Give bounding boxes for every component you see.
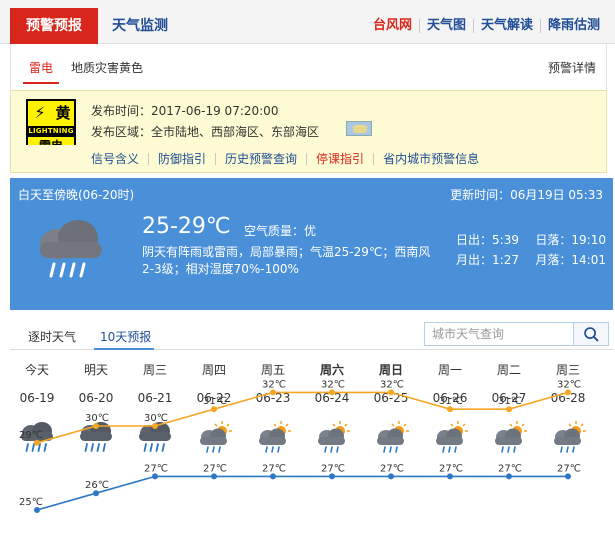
- low-temp-label: 27℃: [321, 463, 345, 474]
- high-temp-label: 31℃: [498, 396, 522, 407]
- low-temp-label: 27℃: [203, 463, 227, 474]
- low-temp-label: 27℃: [262, 463, 286, 474]
- low-temp-label: 27℃: [439, 463, 463, 474]
- low-temp-label: 27℃: [557, 463, 581, 474]
- tab-ten-day[interactable]: 10天预报: [100, 328, 151, 345]
- sun-moon-times: 日出：5:39 日落：19:10 月出：1:27 月落：14:01: [456, 230, 606, 270]
- warning-links-row: 信号含义 防御指引 历史预警查询 停课指引 省内城市预警信息: [10, 145, 607, 173]
- warning-level-text: 黄: [55, 104, 71, 122]
- low-temp-label: 26℃: [85, 480, 109, 491]
- low-temp-label: 27℃: [498, 463, 522, 474]
- high-temp-label: 30℃: [144, 413, 168, 424]
- moonset-label: 月落：: [535, 253, 572, 267]
- current-temperature: 25-29℃: [142, 214, 231, 239]
- sunset-time: 19:10: [571, 233, 606, 247]
- link-class-suspension[interactable]: 停课指引: [306, 152, 373, 165]
- top-nav: 预警预报 天气监测 台风网 天气图 天气解读 降雨估测: [0, 0, 615, 44]
- moonset-time: 14:01: [571, 253, 606, 267]
- nav-link-weather-map[interactable]: 天气图: [418, 19, 473, 33]
- moonrise-time: 1:27: [492, 253, 519, 267]
- subtab-geo-hazard[interactable]: 地质灾害黄色: [71, 59, 143, 76]
- sunrise-label: 日出：: [456, 233, 493, 247]
- subtab-thunder[interactable]: 雷电: [29, 59, 53, 76]
- sunrise-time: 5:39: [492, 233, 519, 247]
- high-temp-label: 32℃: [321, 379, 345, 390]
- high-temp-label: 32℃: [262, 379, 286, 390]
- tab-hourly[interactable]: 逐时天气: [28, 328, 76, 345]
- subtab-active-indicator: [23, 82, 59, 84]
- high-temp-label: 32℃: [557, 379, 581, 390]
- tab-warning-forecast[interactable]: 预警预报: [10, 8, 98, 44]
- link-signal-meaning[interactable]: 信号含义: [89, 153, 148, 165]
- area-map-thumbnail[interactable]: [346, 121, 372, 136]
- warning-detail-link[interactable]: 预警详情: [548, 59, 596, 76]
- link-history-query[interactable]: 历史预警查询: [215, 152, 306, 165]
- low-temp-label: 27℃: [380, 463, 404, 474]
- search-icon[interactable]: [573, 322, 609, 346]
- high-temp-label: 31℃: [439, 396, 463, 407]
- rain-cloud-icon: [40, 220, 102, 278]
- lightning-bolt-icon: ⚡: [34, 103, 46, 122]
- forecast-period: 白天至傍晚(06-20时): [18, 188, 135, 202]
- warning-type-text: LIGHTNING: [28, 126, 74, 137]
- current-weather-panel: 白天至傍晚(06-20时) 更新时间：06月19日 05:33 25-29℃ 空…: [10, 178, 613, 310]
- nav-link-typhoon[interactable]: 台风网: [366, 19, 419, 33]
- city-weather-search-input[interactable]: 城市天气查询: [424, 322, 574, 346]
- low-temp-label: 25℃: [19, 497, 43, 508]
- nav-link-weather-analysis[interactable]: 天气解读: [472, 19, 540, 33]
- nav-link-rainfall-estimate[interactable]: 降雨估测: [539, 19, 607, 33]
- high-temp-label: 30℃: [85, 413, 109, 424]
- ten-day-forecast: 今天 06-19 明天 06-20 周三 06-21 周四 06-22 周五 06-23 周六 06-…: [0, 350, 615, 549]
- update-time: 更新时间：06月19日 05:33: [450, 188, 603, 202]
- low-temp-line: [36, 475, 568, 511]
- high-temp-label: 29℃: [19, 430, 43, 441]
- high-temp-label: 31℃: [203, 396, 227, 407]
- low-temp-label: 27℃: [144, 463, 168, 474]
- link-defense-guide[interactable]: 防御指引: [148, 152, 215, 165]
- temperature-chart: 29℃ 30℃ 30℃ 31℃ 32℃ 32℃ 32℃ 31℃ 31℃ 32℃ 25℃ 26℃ 27℃ 2…: [19, 379, 581, 513]
- weather-description: 阴天有阵雨或雷雨，局部暴雨；气温25-29℃；西南风2-3级；相对湿度70%-1…: [142, 245, 431, 276]
- high-temp-label: 32℃: [380, 379, 404, 390]
- publish-area: 发布区域：全市陆地、西部海区、东部海区: [91, 125, 320, 139]
- moonrise-label: 月出：: [456, 253, 493, 267]
- air-quality: 空气质量：优: [244, 224, 317, 238]
- tab-weather-monitor[interactable]: 天气监测: [112, 8, 168, 44]
- link-province-warnings[interactable]: 省内城市预警信息: [373, 152, 488, 165]
- publish-time: 发布时间：2017-06-19 07:20:00: [91, 104, 279, 118]
- top-nav-links: 台风网 天气图 天气解读 降雨估测: [366, 8, 607, 44]
- warning-subtabs: 雷电 地质灾害黄色 预警详情: [10, 44, 607, 90]
- high-temp-line: [36, 391, 569, 444]
- sunset-label: 日落：: [535, 233, 572, 247]
